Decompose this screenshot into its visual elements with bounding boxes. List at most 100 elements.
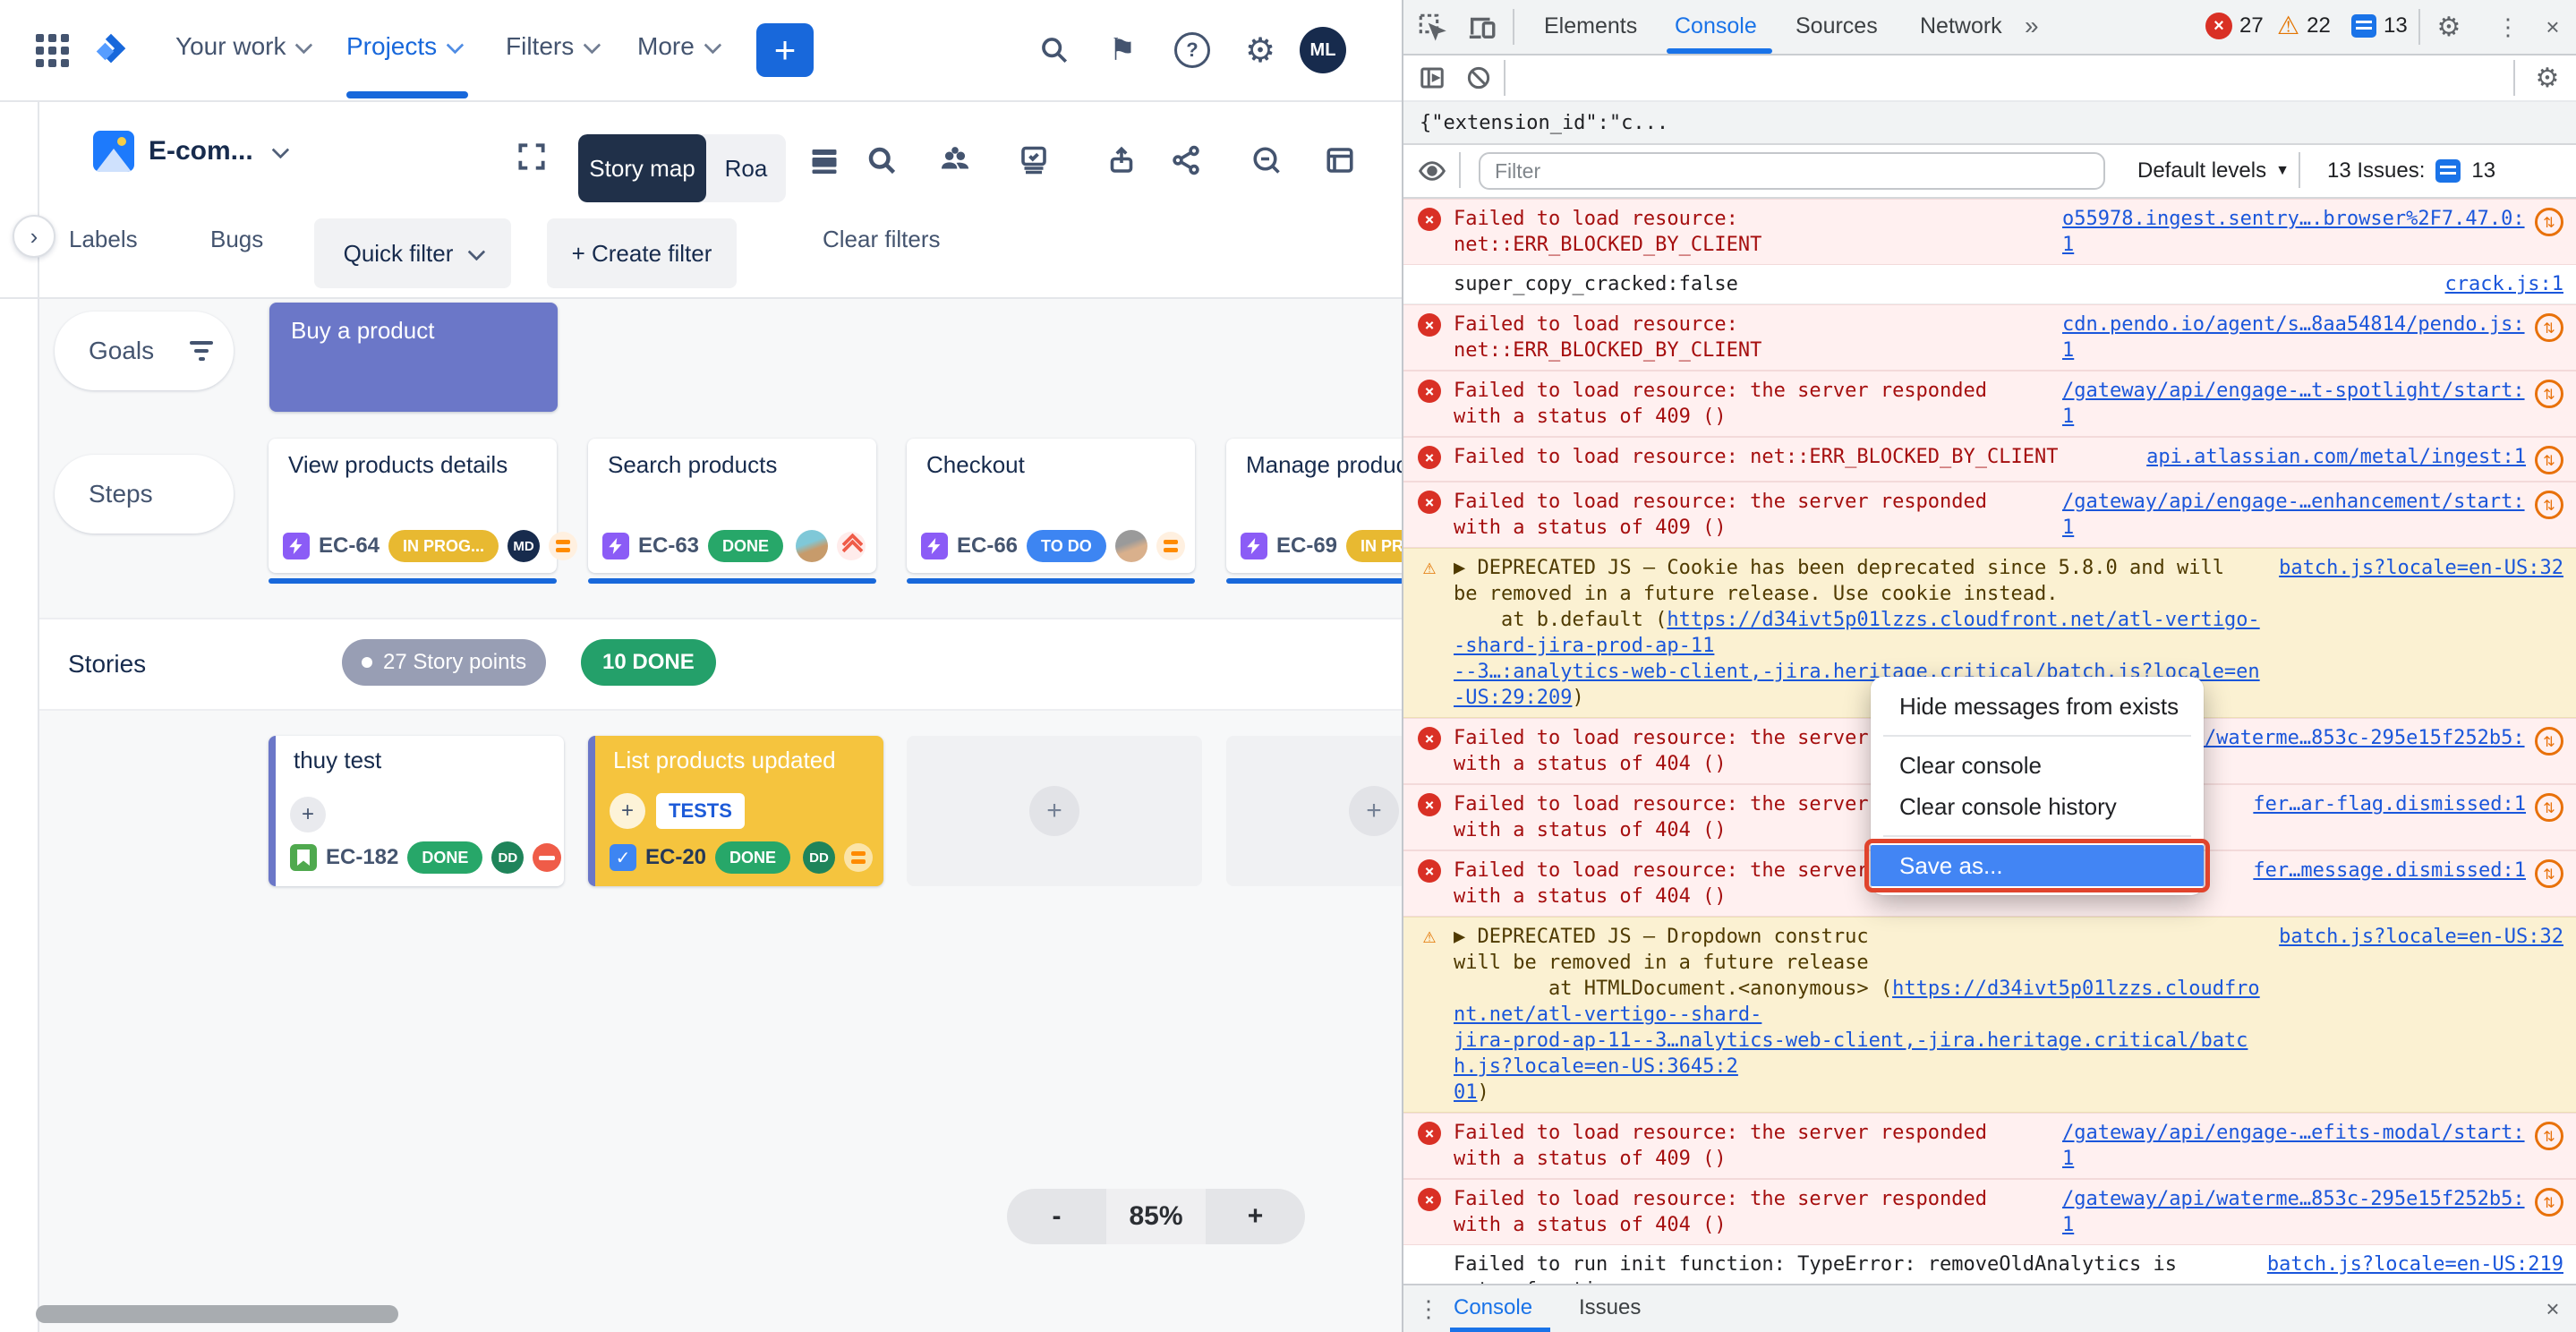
kebab-menu-icon[interactable]: ⋮ [2488,9,2528,45]
jira-logo-icon[interactable] [88,27,134,73]
stack-link[interactable]: jira-prod-ap-11--3…nalytics-web-client,-… [1454,1029,2248,1078]
console-error-row[interactable]: × Failed to load resource: the server re… [1403,1113,2576,1179]
user-avatar[interactable]: ML [1300,27,1346,73]
drawer-tab-issues[interactable]: Issues [1579,1285,1641,1330]
console-error-row[interactable]: × Failed to load resource: the server re… [1403,371,2576,437]
source-link[interactable]: batch.js?locale=en-US:219 [2267,1251,2563,1277]
log-levels-dropdown[interactable]: Default levels▼ [2137,145,2290,197]
clear-filters-button[interactable]: Clear filters [823,226,940,253]
source-link[interactable]: api.atlassian.com/metal/ingest:1 [2146,444,2526,470]
devtools-settings-icon[interactable]: ⚙ [2429,9,2469,45]
board-check-icon[interactable] [1013,140,1054,181]
step-card[interactable]: View products details EC-64 IN PROG... M… [269,439,557,573]
source-link[interactable]: /gateway/api/engage-…t-spotlight/start:1 [2062,378,2526,430]
assignee-avatar[interactable]: DD [803,841,835,874]
source-link[interactable]: cdn.pendo.io/agent/s…8aa54814/pendo.js:1 [2062,312,2526,363]
assignee-photo-avatar[interactable] [1115,530,1147,562]
source-link[interactable]: /gateway/api/engage-…enhancement/start:1 [2062,489,2526,541]
expand-sidebar-button[interactable]: › [13,215,55,258]
console-warning-row[interactable]: ⚠ ▶ DEPRECATED JS — Dropdown construc wi… [1403,917,2576,1113]
nav-projects[interactable]: Projects [346,0,460,93]
create-button[interactable]: + [756,23,814,77]
close-drawer-icon[interactable]: × [2533,1291,2572,1327]
source-link[interactable]: /gateway/api/engage-…efits-modal/start:1 [2062,1120,2526,1172]
steps-row-label[interactable]: Steps [55,455,234,534]
tab-sources[interactable]: Sources [1796,0,1878,52]
live-expression-eye-icon[interactable] [1412,153,1452,189]
card-layout-icon[interactable] [1319,140,1361,181]
step-card[interactable]: Search products EC-63 DONE [588,439,876,573]
warning-count-badge[interactable]: ⚠22 [2277,0,2331,52]
console-sidebar-icon[interactable] [1412,60,1452,96]
nav-more[interactable]: More [637,0,718,93]
tab-roadmap[interactable]: Roa [706,134,786,202]
app-switcher-icon[interactable] [29,27,75,73]
export-icon[interactable] [1101,140,1142,181]
issues-counter[interactable]: 13 Issues:13 [2327,145,2495,197]
source-link[interactable]: /gateway/api/waterme…853c-295e15f252b5:1 [2062,1186,2526,1238]
goal-card[interactable]: Buy a product [269,303,558,412]
source-link[interactable]: fer…message.dismissed:1 [2253,858,2526,884]
quick-filter-dropdown[interactable]: Quick filter [314,218,511,288]
story-card[interactable]: thuy test + EC-182 DONE DD [269,736,564,886]
device-toolbar-icon[interactable] [1463,9,1502,45]
create-filter-button[interactable]: + Create filter [547,218,737,288]
menu-item-save-as[interactable]: Save as... [1871,845,2204,886]
filter-bugs[interactable]: Bugs [210,226,263,253]
zoom-out-button[interactable]: - [1007,1189,1106,1244]
checkbox-icon[interactable]: ✓ [610,844,636,871]
source-link[interactable]: o55978.ingest.sentry….browser%2F7.47.0:1 [2062,206,2526,258]
inspect-element-icon[interactable] [1412,9,1452,45]
console-log-row[interactable]: Failed to run init function: TypeError: … [1403,1245,2576,1284]
horizontal-scrollbar-thumb[interactable] [36,1305,398,1323]
console-error-row[interactable]: × Failed to load resource: the server re… [1403,1179,2576,1245]
console-filter-input[interactable] [1479,152,2105,190]
more-tabs-icon[interactable]: » [2025,0,2039,52]
menu-item-clear-console[interactable]: Clear console [1871,745,2204,786]
help-icon[interactable]: ? [1169,27,1215,73]
nav-your-work[interactable]: Your work [175,0,309,93]
menu-item-hide-messages[interactable]: Hide messages from exists [1871,686,2204,727]
drawer-tab-console[interactable]: Console [1454,1285,1532,1330]
board-search-icon[interactable] [861,140,902,181]
empty-story-slot[interactable]: + [907,736,1202,886]
flag-icon[interactable]: ⚑ [1099,27,1146,73]
settings-gear-icon[interactable]: ⚙ [1237,27,1284,73]
source-link[interactable]: crack.js:1 [2445,271,2563,297]
view-switcher[interactable]: Story map Roa [578,134,786,202]
share-icon[interactable] [1165,140,1207,181]
clear-console-icon[interactable] [1459,60,1498,96]
source-link[interactable]: batch.js?locale=en-US:32 [2279,555,2563,581]
comment-search-icon[interactable] [1246,140,1287,181]
console-error-row[interactable]: × Failed to load resource: net::ERR_BLOC… [1403,437,2576,482]
filter-labels[interactable]: Labels [69,226,138,253]
issues-count-badge[interactable]: 13 [2351,0,2408,52]
console-log-row[interactable]: super_copy_cracked:false crack.js:1 [1403,265,2576,304]
stack-link[interactable]: 01 [1454,1081,1478,1104]
step-card[interactable]: Checkout EC-66 TO DO [907,439,1195,573]
assignee-photo-avatar[interactable] [796,530,828,562]
search-icon[interactable] [1031,27,1078,73]
tab-elements[interactable]: Elements [1544,0,1637,52]
tab-network[interactable]: Network [1920,0,2002,52]
close-devtools-icon[interactable]: × [2533,9,2572,45]
source-link[interactable]: batch.js?locale=en-US:32 [2279,924,2563,950]
project-name[interactable]: E-com... [149,131,286,172]
goals-row-label[interactable]: Goals [55,312,234,390]
source-link[interactable]: fer…ar-flag.dismissed:1 [2253,791,2526,817]
nav-filters[interactable]: Filters [506,0,597,93]
drawer-kebab-icon[interactable]: ⋮ [1409,1291,1448,1327]
assignee-avatar[interactable]: DD [491,841,524,874]
team-icon[interactable] [934,140,976,181]
empty-story-slot[interactable]: + [1226,736,1402,886]
project-avatar[interactable] [93,131,134,172]
menu-item-clear-console-history[interactable]: Clear console history [1871,786,2204,827]
add-button[interactable]: + [290,797,326,832]
fullscreen-icon[interactable] [515,140,550,175]
error-count-badge[interactable]: ×27 [2205,0,2264,52]
tab-story-map[interactable]: Story map [578,134,706,202]
story-card-selected[interactable]: List products updated + TESTS ✓ EC-20 DO… [588,736,883,886]
step-card[interactable]: Manage products EC-69 IN PROG... [1226,439,1402,573]
assignee-avatar[interactable]: MD [508,530,540,562]
zoom-in-button[interactable]: + [1206,1189,1305,1244]
